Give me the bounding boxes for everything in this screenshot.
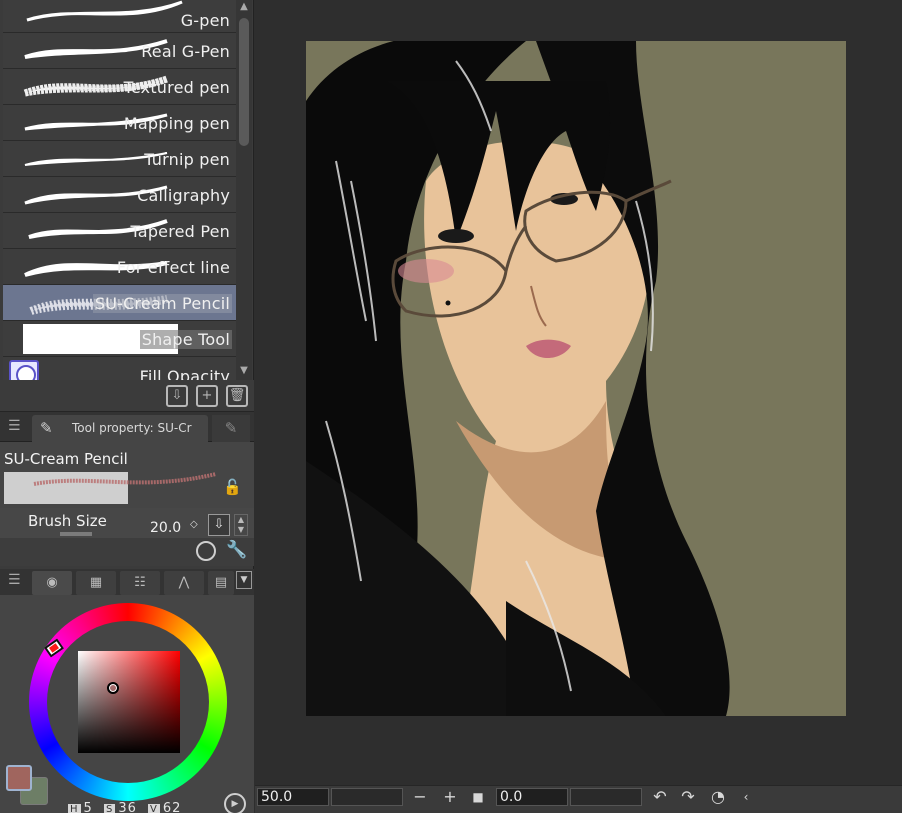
sub-tool-label: Textured pen (123, 78, 230, 97)
sub-tool-label: G-pen (180, 11, 230, 30)
fit-view-icon[interactable]: ■ (469, 787, 487, 807)
brush-size-value[interactable]: 20.0 (150, 520, 181, 536)
sub-tool-label: Real G-Pen (141, 42, 230, 61)
sub-tool-fill-opacity[interactable]: Fill Opacity (3, 357, 236, 380)
color-panel-header: ☰ ◉ ▦ ☷ ⋀ ▤ ▼ (0, 569, 254, 595)
sub-tool-label: Tapered Pen (130, 222, 230, 241)
tool-name: SU-Cream Pencil (4, 450, 128, 468)
play-icon[interactable]: ▶ (224, 793, 246, 813)
left-panel: G-pen Real G-Pen Textured pen Mapping pe… (0, 0, 254, 813)
stroke-preview-icon (33, 472, 217, 486)
panel-menu-icon[interactable]: ☰ (8, 572, 21, 588)
chevron-down-icon[interactable]: ▼ (236, 571, 252, 589)
tool-property-icon: ✎ (40, 419, 53, 437)
copy-sub-tool-icon[interactable]: ⇩ (166, 385, 188, 407)
tool-property-panel: SU-Cream Pencil 🔓 Brush Size 20.0 ◇ ⇩ ▲ ▼… (0, 442, 254, 566)
sub-tool-scrollbar[interactable]: ▲ ▼ (236, 0, 252, 380)
rotation-slider[interactable] (570, 788, 642, 806)
trash-icon[interactable]: 🗑 (226, 385, 248, 407)
panel-menu-icon[interactable]: ☰ (8, 418, 21, 434)
rotate-left-icon[interactable]: ↶ (651, 787, 669, 807)
scroll-down-icon[interactable]: ▼ (238, 364, 250, 378)
add-sub-tool-icon[interactable]: + (196, 385, 218, 407)
canvas-area[interactable] (255, 0, 902, 785)
wrench-icon[interactable]: 🔧 (226, 540, 247, 560)
tool-property-title: Tool property: SU-Cr (72, 421, 192, 435)
tab-color-set[interactable]: ▦ (76, 571, 116, 595)
value-key: V (148, 804, 160, 813)
sub-tool-su-cream-pencil[interactable]: SU-Cream Pencil (3, 285, 236, 321)
brush-size-slider[interactable] (60, 532, 92, 536)
rotation-input[interactable]: 0.0 (496, 788, 568, 806)
hue-key: H (68, 804, 81, 813)
zoom-slider[interactable] (331, 788, 403, 806)
sub-tool-list: G-pen Real G-Pen Textured pen Mapping pe… (3, 0, 236, 380)
brush-size-label: Brush Size (28, 512, 107, 530)
sub-tool-tapered-pen[interactable]: Tapered Pen (3, 213, 236, 249)
tab-sub-tool-detail[interactable]: ✎ (212, 415, 250, 442)
size-apply-button[interactable]: ⇩ (208, 514, 230, 536)
sub-tool-label: Fill Opacity (139, 367, 230, 380)
scroll-up-icon[interactable]: ▲ (238, 0, 250, 14)
size-spin-icon[interactable]: ◇ (190, 519, 198, 530)
tab-color-wheel[interactable]: ◉ (32, 571, 72, 595)
fill-tool-icon (9, 360, 39, 380)
tab-color-slider[interactable]: ☷ (120, 571, 160, 595)
zoom-out-button[interactable]: − (411, 787, 429, 807)
tool-property-header: ☰ ✎ Tool property: SU-Cr ✎ (0, 412, 254, 442)
rotate-right-icon[interactable]: ↷ (679, 787, 697, 807)
value-value: 62 (162, 801, 182, 813)
saturation-key: S (103, 804, 116, 813)
reset-rotation-icon[interactable]: ◔ (709, 787, 727, 807)
brush-size-row[interactable]: Brush Size 20.0 ◇ ⇩ ▲ ▼ (0, 508, 254, 538)
saturation-value-square[interactable] (78, 651, 180, 753)
sub-tool-label: Mapping pen (123, 114, 230, 133)
app-window: G-pen Real G-Pen Textured pen Mapping pe… (0, 0, 902, 813)
sub-tool-shape-tool[interactable]: Shape Tool (3, 321, 236, 357)
sub-tool-turnip-pen[interactable]: Turnip pen (3, 141, 236, 177)
artwork-canvas[interactable] (306, 41, 846, 716)
scrollbar-thumb[interactable] (239, 18, 249, 146)
sub-tool-footer: ⇩ + 🗑 (0, 380, 254, 412)
lock-icon[interactable]: 🔓 (223, 478, 242, 496)
sub-tool-mapping-pen[interactable]: Mapping pen (3, 105, 236, 141)
pressure-settings-icon[interactable] (196, 541, 216, 561)
tab-intermediate-color[interactable]: ⋀ (164, 571, 204, 595)
tab-color-history[interactable]: ▤ (208, 571, 234, 595)
sub-tool-g-pen[interactable]: G-pen (3, 0, 236, 33)
sub-tool-label: For effect line (116, 258, 230, 277)
hsv-readout: H5 S 36 V 62 (68, 801, 181, 813)
sub-tool-label: Turnip pen (144, 150, 230, 169)
hue-value: 5 (83, 801, 93, 813)
color-wheel-panel: H5 S 36 V 62 ▶ (0, 595, 254, 813)
sub-tool-label: Calligraphy (137, 186, 230, 205)
sub-tool-label: SU-Cream Pencil (92, 294, 232, 313)
brush-stroke-preview (26, 0, 183, 22)
sub-tool-label: Shape Tool (139, 330, 232, 349)
sub-tool-real-g-pen[interactable]: Real G-Pen (3, 33, 236, 69)
sub-tool-textured-pen[interactable]: Textured pen (3, 69, 236, 105)
sub-tool-for-effect-line[interactable]: For effect line (3, 249, 236, 285)
saturation-value: 36 (118, 801, 137, 813)
sv-cursor[interactable] (107, 682, 119, 694)
artwork-illustration (306, 41, 846, 716)
zoom-input[interactable]: 50.0 (257, 788, 329, 806)
main-color-swatch[interactable] (6, 765, 32, 791)
zoom-in-button[interactable]: + (441, 787, 459, 807)
sub-tool-calligraphy[interactable]: Calligraphy (3, 177, 236, 213)
chevron-left-icon[interactable]: ‹ (737, 787, 755, 807)
size-stepper[interactable]: ▲ ▼ (234, 514, 248, 536)
canvas-status-bar: 50.0 − + ■ 0.0 ↶ ↷ ◔ ‹ (255, 785, 902, 813)
tool-property-footer: 🔧 (0, 538, 254, 566)
tab-tool-property[interactable]: ✎ Tool property: SU-Cr (32, 415, 208, 442)
